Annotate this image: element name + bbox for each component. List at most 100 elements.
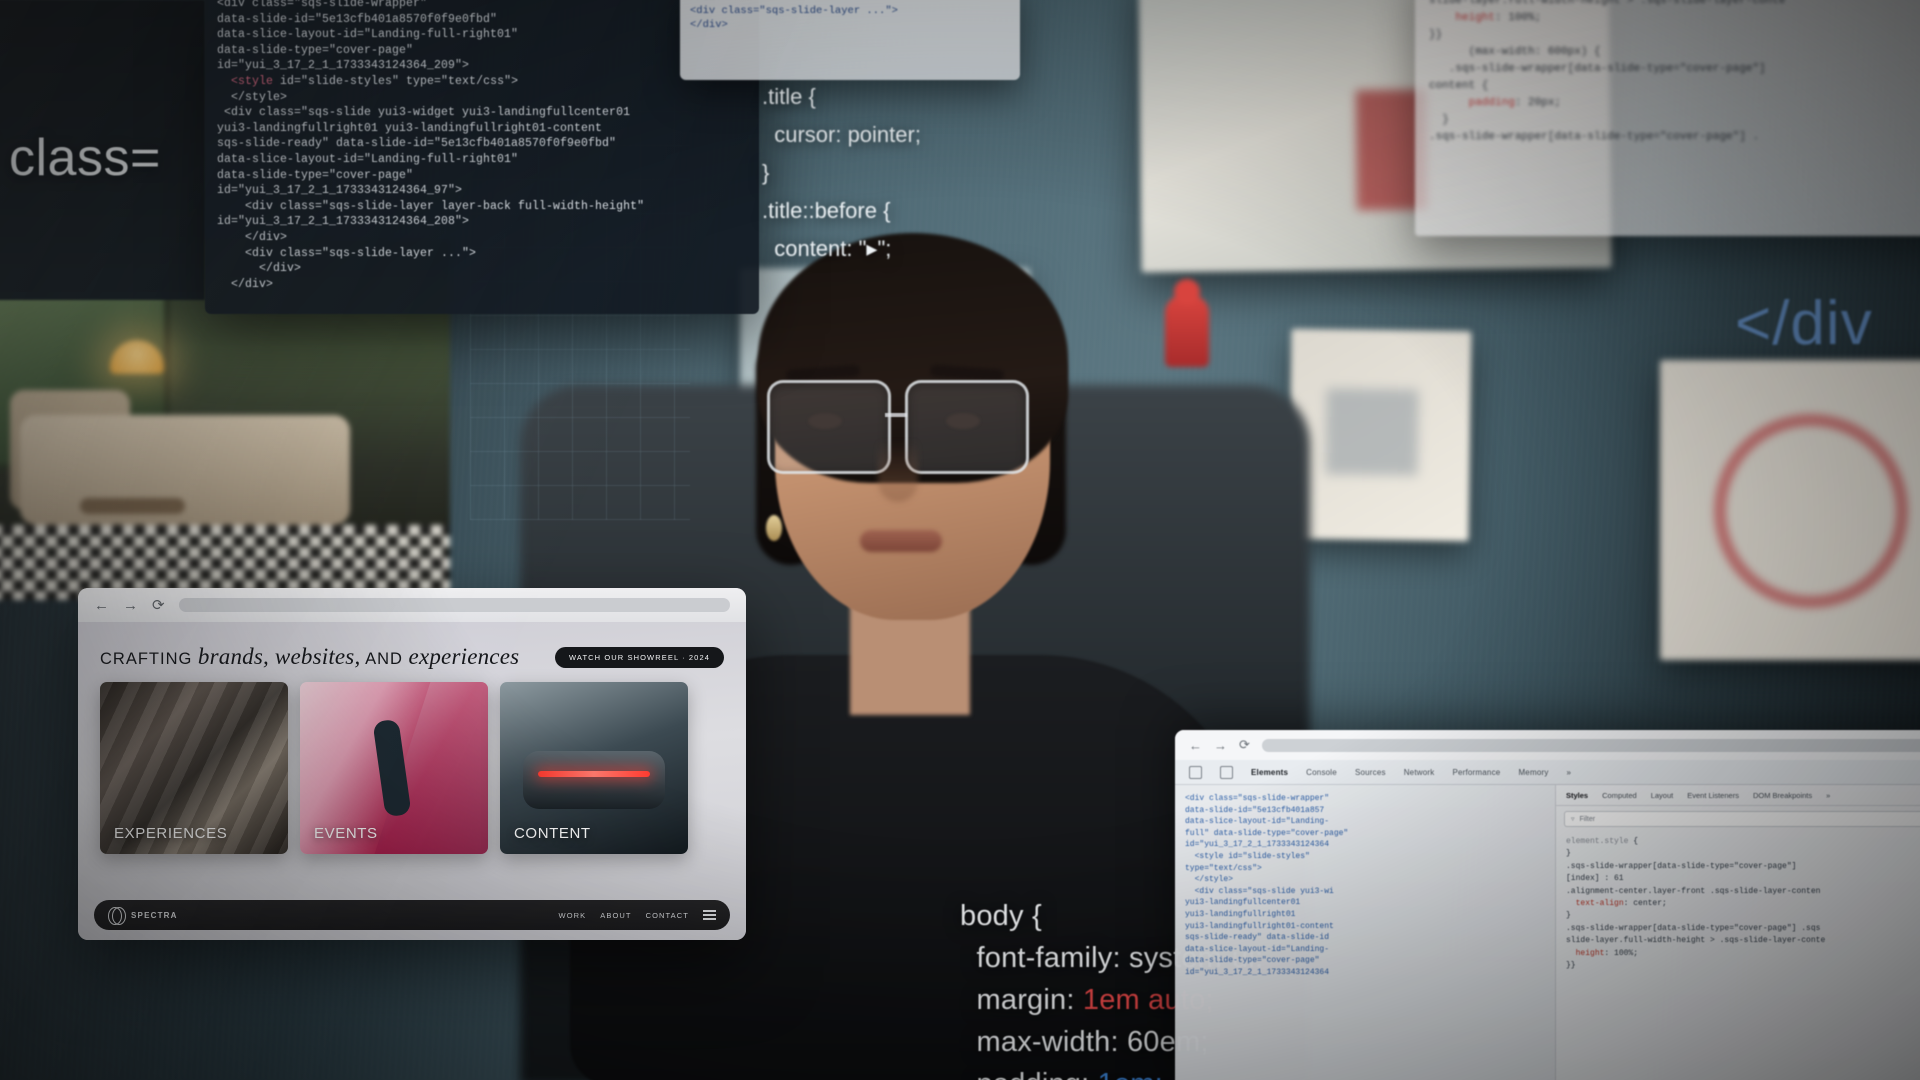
project-card-content[interactable]: CONTENT: [500, 682, 688, 854]
devtools-body: <div class="sqs-slide-wrapper" data-slide…: [1175, 785, 1920, 1080]
browser-toolbar: ← → ⟳: [78, 588, 746, 622]
reload-icon[interactable]: ⟳: [1239, 737, 1250, 753]
left-code-fragment: l class=: [0, 129, 161, 187]
styles-sub-tab-computed[interactable]: Computed: [1602, 791, 1637, 800]
code-line: id="yui_3_17_2_1_1733343124364_208">: [217, 215, 470, 229]
code-line: id="yui_3_17_2_1_1733343124364: [1185, 967, 1330, 977]
code-line: id="yui_3_17_2_1_1733343124364: [1185, 840, 1330, 850]
nav-link-contact[interactable]: CONTACT: [646, 911, 689, 920]
css-rules-list: element.style {} .sqs-slide-wrapper[data-…: [1556, 832, 1920, 976]
code-line: <div class="sqs-slide yui3-wi: [1185, 886, 1334, 896]
code-line: </style>: [1185, 875, 1234, 885]
brand-logo[interactable]: SPECTRA: [108, 907, 178, 925]
code-line: id="yui_3_17_2_1_1733343124364_97">: [217, 184, 463, 198]
code-line: .title {: [762, 84, 816, 109]
eyeglasses-left-lens: [767, 380, 891, 474]
code-line: </div>: [217, 277, 274, 291]
devtools-window[interactable]: ← → ⟳ Elements Console Sources Network Perfo…: [1175, 730, 1920, 1080]
code-line: yui3-landingfullright01 yui3-landingfull…: [217, 121, 603, 135]
filter-icon: ▿: [1571, 816, 1575, 823]
css-rule-lines: element.style {} .sqs-slide-wrapper[data-…: [1566, 836, 1920, 972]
project-card-events[interactable]: EVENTS: [300, 682, 488, 854]
footer-nav: WORK ABOUT CONTACT: [559, 910, 716, 920]
address-bar[interactable]: [178, 598, 730, 612]
styles-sub-tabs: Styles Computed Layout Event Listeners DOM B…: [1566, 791, 1830, 800]
code-line: type="text/css">: [1185, 863, 1262, 873]
code-line: }: [1566, 849, 1571, 859]
floating-code-panel: <div class="sqs-slide-wrapper" data-slide…: [205, 0, 759, 314]
back-icon[interactable]: ←: [1189, 738, 1202, 753]
styles-sub-tab-layout[interactable]: Layout: [1651, 791, 1674, 800]
devtools-tab-network[interactable]: Network: [1404, 768, 1435, 777]
site-footer-bar: SPECTRA WORK ABOUT CONTACT: [94, 900, 730, 930]
styles-sub-tab-styles[interactable]: Styles: [1566, 791, 1588, 800]
hero-headline: CRAFTING brands, websites, AND experienc…: [100, 644, 519, 670]
car-taillight: [537, 771, 651, 778]
device-toolbar-icon[interactable]: [1220, 765, 1233, 779]
devtools-tab-elements[interactable]: Elements: [1251, 768, 1288, 777]
devtools-tab-bar: Elements Console Sources Network Performance…: [1175, 760, 1920, 785]
spectra-logo-icon: [108, 907, 126, 925]
code-line: data-slide-type="cover-page": [217, 43, 414, 57]
right-code-fragment: </div: [1735, 289, 1873, 358]
card-label: CONTENT: [514, 825, 591, 842]
forward-icon[interactable]: →: [1214, 738, 1227, 753]
code-line: height: 100%;: [1455, 12, 1542, 24]
code-line: data-slide-type="cover-page": [217, 168, 414, 182]
address-bar[interactable]: [1261, 738, 1920, 752]
css-property: font-family:: [960, 942, 1121, 974]
code-line: slide-layer.full-width-height > .sqs-sli…: [1566, 936, 1826, 946]
code-line: (max-width: 600px) {: [1429, 46, 1601, 58]
code-line: }: [1566, 911, 1571, 921]
code-line: sqs-slide-ready" data-slide-id="5e13cfb4…: [217, 137, 617, 151]
code-snippet-card: </div><div class="sqs-slide-layer ..."><…: [680, 0, 1020, 80]
code-line: content {: [1429, 80, 1489, 92]
devtools-tab-memory[interactable]: Memory: [1518, 768, 1548, 777]
watch-showreel-button[interactable]: WATCH OUR SHOWREEL · 2024: [555, 646, 724, 668]
styles-sub-tab-bar: Styles Computed Layout Event Listeners DOM B…: [1556, 785, 1920, 806]
code-line: data-slice-layout-id="Landing-full-right…: [217, 152, 519, 166]
code-line: yui3-landingfullright01-content: [1185, 921, 1334, 931]
nav-link-about[interactable]: ABOUT: [600, 911, 631, 920]
nose: [878, 440, 918, 502]
code-line: }}: [1429, 29, 1443, 41]
project-cards: EXPERIENCES EVENTS CONTENT: [78, 676, 746, 854]
dom-tree-pane[interactable]: <div class="sqs-slide-wrapper" data-slide…: [1175, 785, 1555, 1080]
mouth: [860, 530, 942, 552]
code-line: data-slide-id="5e13cfb401a8570f0f9e0fbd": [217, 12, 498, 26]
wall-frame-3: [1660, 360, 1920, 660]
nav-link-work[interactable]: WORK: [559, 911, 587, 920]
code-line: content: "▸";: [762, 236, 892, 261]
code-line: <div class="sqs-slide-layer layer-back f…: [217, 199, 645, 213]
code-line: </div>: [217, 230, 288, 244]
reload-icon[interactable]: ⟳: [152, 598, 165, 613]
styles-sub-tab-[interactable]: »: [1826, 791, 1830, 800]
code-line: yui3-landingfullright01: [1185, 909, 1296, 919]
headline-word-crafting: CRAFTING: [100, 650, 198, 668]
styles-sub-tab-eventlisteners[interactable]: Event Listeners: [1687, 791, 1739, 800]
forward-icon[interactable]: →: [123, 598, 138, 613]
code-line: data-slice-layout-id="Landing-: [1185, 817, 1330, 827]
inspect-element-icon[interactable]: [1189, 765, 1202, 779]
back-icon[interactable]: ←: [94, 598, 109, 613]
code-line: <div class="sqs-slide-layer ...">: [690, 5, 898, 17]
devtools-tab-console[interactable]: Console: [1306, 768, 1337, 777]
code-line: element.style {: [1566, 837, 1639, 846]
code-snippet-lines: </div><div class="sqs-slide-layer ..."><…: [690, 0, 1010, 32]
devtools-tab-performance[interactable]: Performance: [1452, 768, 1500, 777]
code-line: </style>: [217, 90, 288, 104]
project-card-experiences[interactable]: EXPERIENCES: [100, 682, 288, 854]
headline-word-and: AND: [360, 650, 409, 668]
hamburger-icon[interactable]: [703, 910, 716, 920]
devtools-tab-[interactable]: »: [1567, 768, 1572, 777]
code-line: .sqs-slide-wrapper[data-slide-type="cove…: [1566, 861, 1797, 871]
code-line: .sqs-slide-wrapper[data-slide-type="cove…: [1429, 63, 1766, 75]
browser-mockup-window[interactable]: ← → ⟳ CRAFTING brands, websites, AND exp…: [78, 588, 746, 940]
code-line: height: 100%;: [1575, 948, 1639, 958]
code-lines: <div class="sqs-slide-wrapper" data-slide…: [217, 0, 747, 292]
code-line: yui3-landingfullcenter01: [1185, 898, 1301, 908]
styles-filter-input[interactable]: ▿ Filter: [1564, 811, 1920, 827]
css-property: margin:: [960, 984, 1075, 1016]
styles-sub-tab-dombreakpoints[interactable]: DOM Breakpoints: [1753, 791, 1812, 800]
devtools-tab-sources[interactable]: Sources: [1355, 768, 1386, 777]
